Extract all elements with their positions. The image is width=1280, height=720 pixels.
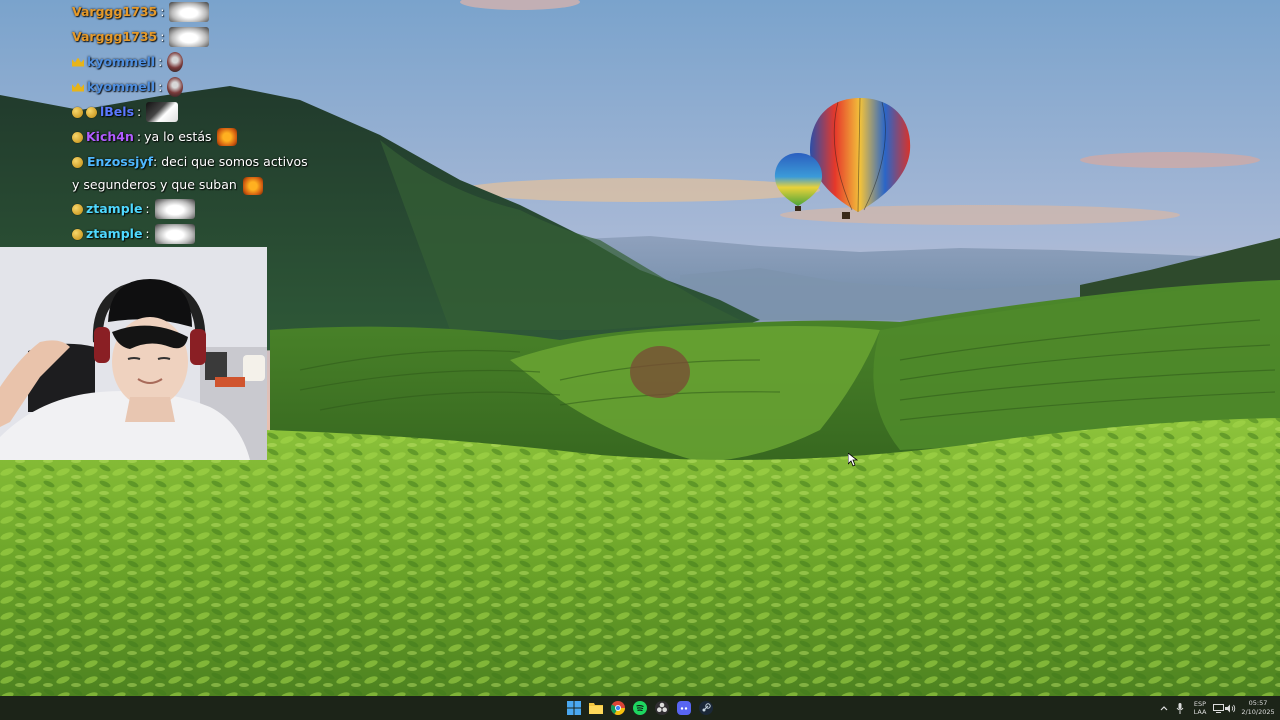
network-icon[interactable]: [1212, 696, 1224, 720]
mouse-cursor-icon: [847, 452, 859, 471]
webcam-overlay: [0, 247, 267, 460]
chat-username: Enzossjyf: [86, 154, 154, 169]
language-code: ESP: [1193, 700, 1207, 708]
system-clock[interactable]: 05:57 2/10/2025: [1238, 696, 1278, 720]
emote-icon: [154, 199, 195, 219]
clock-time: 05:57: [1248, 699, 1268, 707]
windows-start-icon[interactable]: [565, 699, 583, 717]
emote-icon: [154, 224, 195, 244]
emote-icon: [169, 2, 210, 22]
keyboard-layout: LAA: [1193, 708, 1207, 716]
gold-badge-icon: [72, 131, 83, 143]
chat-message: Kich4n: ya lo estás: [72, 128, 237, 146]
steam-icon[interactable]: [697, 699, 715, 717]
chat-message: lBels:: [72, 102, 179, 122]
crown-badge-icon: [72, 57, 84, 67]
chat-message: ztample:: [72, 224, 195, 244]
chat-message: kyommell:: [72, 77, 184, 97]
file-explorer-icon[interactable]: [587, 699, 605, 717]
chevron-up-icon[interactable]: [1158, 696, 1170, 720]
chat-username: ztample: [86, 226, 143, 241]
chat-username: kyommell: [87, 79, 156, 94]
gold-badge-icon: [72, 106, 83, 118]
chrome-icon[interactable]: [609, 699, 627, 717]
gold-badge-icon: [72, 228, 83, 240]
discord-icon[interactable]: [675, 699, 693, 717]
chat-username: lBels: [100, 104, 135, 119]
language-indicator[interactable]: ESP LAA: [1190, 696, 1210, 720]
chat-username: Varggg1735: [72, 4, 158, 19]
gold-badge-icon: [72, 203, 83, 215]
chat-message: Enzossjyf: deci que somos activos y segu…: [72, 150, 312, 196]
gold-badge-icon: [72, 157, 83, 168]
clock-date: 2/10/2025: [1241, 708, 1275, 716]
volume-icon[interactable]: [1224, 696, 1236, 720]
cat-emote-icon: [242, 176, 263, 195]
emote-icon: [169, 27, 210, 47]
spotify-icon[interactable]: [631, 699, 649, 717]
chat-username: Kich4n: [86, 129, 134, 144]
emote-icon: [146, 102, 179, 122]
skull-emote-icon: [167, 52, 184, 72]
crown-badge-icon: [72, 82, 84, 92]
chat-message: kyommell:: [72, 52, 184, 72]
chat-username: Varggg1735: [72, 29, 158, 44]
obs-icon[interactable]: [653, 699, 671, 717]
chat-username: kyommell: [87, 54, 156, 69]
microphone-icon[interactable]: [1174, 696, 1186, 720]
cat-emote-icon: [216, 128, 237, 146]
gold-badge-icon: [86, 106, 97, 118]
chat-message: ztample:: [72, 199, 195, 219]
taskbar: ESP LAA 05:57 2/10/2025: [0, 696, 1280, 720]
chat-message: Varggg1735:: [72, 27, 210, 47]
chat-username: ztample: [86, 201, 143, 216]
skull-emote-icon: [167, 77, 184, 97]
chat-text: ya lo estás: [144, 129, 212, 144]
chat-message: Varggg1735:: [72, 2, 210, 22]
